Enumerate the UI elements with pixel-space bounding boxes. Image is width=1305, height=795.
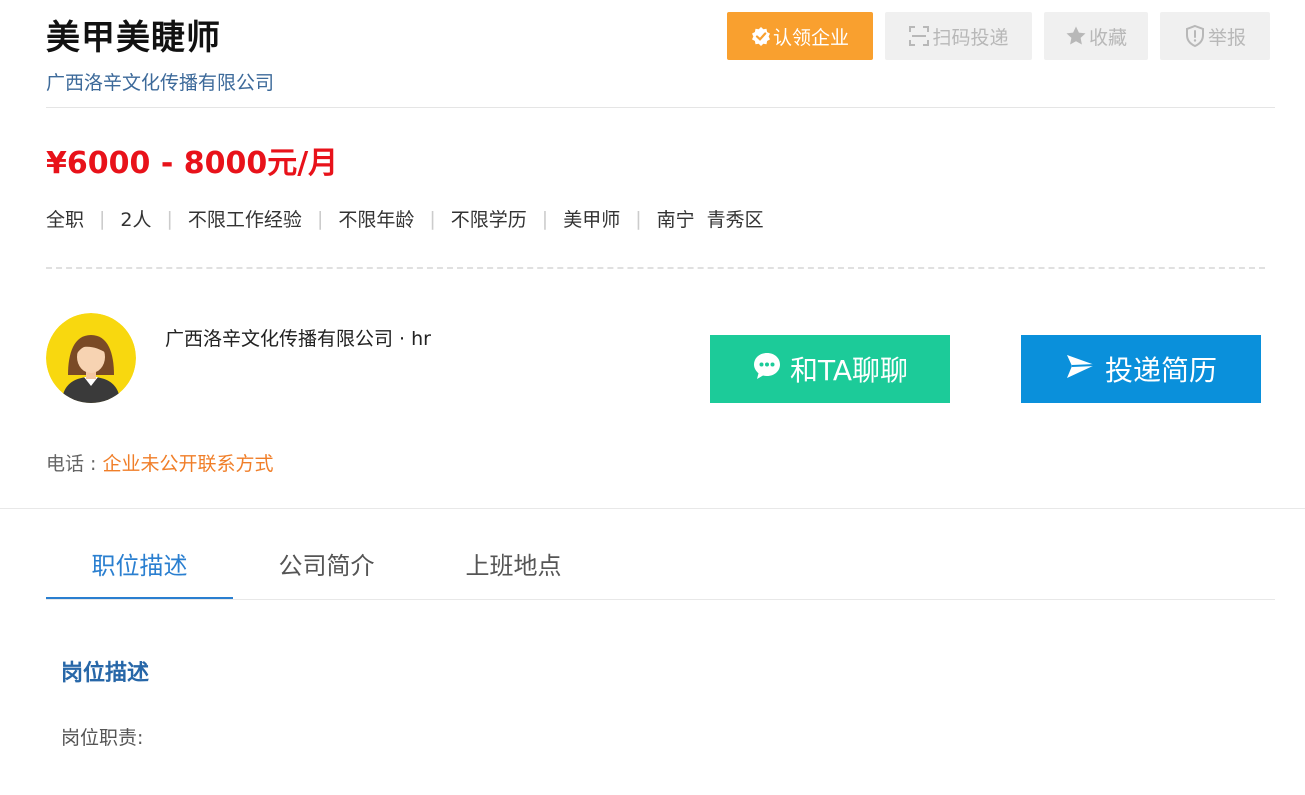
salary: ¥6000 - 8000元/月 — [46, 146, 339, 181]
dashed-divider — [46, 267, 1265, 269]
header-divider — [46, 107, 1275, 108]
scan-apply-label: 扫码投递 — [932, 26, 1009, 49]
phone-value: 企业未公开联系方式 — [102, 453, 274, 475]
paper-plane-icon — [1065, 351, 1097, 388]
tag-headcount: 2人 — [120, 209, 152, 231]
detail-tabs: 职位描述 公司简介 上班地点 — [46, 540, 607, 600]
tag-education: 不限学历 — [450, 209, 527, 231]
job-tags: 全职 | 2人 | 不限工作经验 | 不限年龄 | 不限学历 | 美甲师 | 南… — [46, 205, 764, 232]
report-label: 举报 — [1207, 26, 1246, 49]
tag-separator: | — [99, 207, 106, 230]
tab-work-location[interactable]: 上班地点 — [420, 540, 607, 600]
tag-city: 南宁 — [656, 209, 695, 231]
tag-job-type: 全职 — [46, 209, 85, 231]
tag-district: 青秀区 — [706, 209, 764, 231]
tab-job-description[interactable]: 职位描述 — [46, 540, 233, 600]
tag-age: 不限年龄 — [338, 209, 415, 231]
scan-icon — [908, 25, 930, 47]
section-divider — [0, 508, 1305, 509]
favorite-label: 收藏 — [1088, 26, 1127, 49]
tag-separator: | — [541, 207, 549, 230]
tag-separator: | — [429, 207, 436, 230]
hr-avatar — [46, 313, 136, 403]
job-title: 美甲美睫师 — [46, 18, 221, 58]
claim-company-label: 认领企业 — [772, 26, 849, 49]
phone-label: 电话 : — [46, 453, 103, 475]
verified-badge-icon — [751, 26, 771, 46]
tab-company-intro[interactable]: 公司简介 — [233, 540, 420, 600]
description-line: 岗位职责: — [61, 727, 144, 749]
shield-alert-icon — [1184, 24, 1206, 48]
tag-experience: 不限工作经验 — [187, 209, 302, 231]
report-button[interactable]: 举报 — [1160, 12, 1270, 60]
favorite-button[interactable]: 收藏 — [1044, 12, 1148, 60]
phone-row: 电话 : 企业未公开联系方式 — [46, 449, 274, 476]
top-actions: 认领企业 扫码投递 收藏 举报 — [727, 12, 1270, 60]
tabs-divider — [46, 599, 1275, 600]
apply-resume-button[interactable]: 投递简历 — [1021, 335, 1261, 403]
description-heading: 岗位描述 — [61, 661, 150, 686]
chat-label: 和TA聊聊 — [789, 354, 909, 387]
chat-bubble-icon — [752, 351, 782, 388]
tag-category: 美甲师 — [563, 209, 621, 231]
tag-separator: | — [166, 207, 173, 230]
chat-button[interactable]: 和TA聊聊 — [710, 335, 950, 403]
tag-separator: | — [316, 207, 324, 230]
hr-name: 广西洛辛文化传播有限公司 · hr — [165, 328, 431, 350]
scan-apply-button[interactable]: 扫码投递 — [885, 12, 1032, 60]
tag-separator: | — [635, 207, 642, 230]
company-link[interactable]: 广西洛辛文化传播有限公司 — [46, 68, 274, 95]
apply-label: 投递简历 — [1104, 354, 1217, 387]
claim-company-button[interactable]: 认领企业 — [727, 12, 873, 60]
star-icon — [1065, 25, 1087, 47]
